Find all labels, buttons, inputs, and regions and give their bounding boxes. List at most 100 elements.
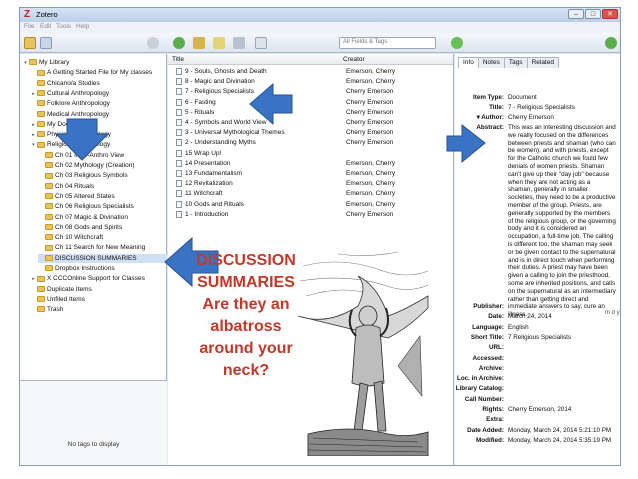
maximize-button[interactable]: □	[585, 9, 601, 19]
info-field: Date: March 24, 2014	[455, 313, 620, 322]
document-icon	[176, 119, 182, 126]
twisty-icon[interactable]: ▸	[30, 90, 37, 99]
collection-item[interactable]: ▸ X CCCOnline Support for Classes	[30, 274, 167, 283]
collection-item[interactable]: Ch 01 Intro-Anthro View	[38, 151, 167, 160]
collection-item[interactable]: Unfiled Items	[30, 295, 167, 304]
new-note-icon[interactable]	[213, 37, 225, 49]
collection-item[interactable]: Chicano/a Studies	[30, 79, 167, 88]
menu-file[interactable]: File	[24, 23, 34, 30]
item-creator: Emerson, Cherry	[346, 159, 396, 167]
info-field: Date Added: Monday, March 24, 2014 5:21:1…	[455, 427, 620, 436]
item-row[interactable]: 4 - Symbols and World View Cherry Emerson	[168, 118, 454, 127]
item-row[interactable]: 2 - Understanding Myths Cherry Emerson	[168, 138, 454, 147]
collection-item[interactable]: Ch 11 Search for New Meaning	[38, 243, 167, 252]
abstract-text[interactable]: This was an interesting discussion and w…	[508, 124, 616, 319]
field-value[interactable]: English	[508, 324, 529, 332]
folder-icon	[37, 121, 45, 128]
new-item-icon[interactable]	[173, 37, 185, 49]
collection-item[interactable]: Medical Anthropology	[30, 110, 167, 119]
attachment-icon[interactable]	[233, 37, 245, 49]
item-tabs: Info Notes Tags Related	[458, 57, 559, 68]
collection-item[interactable]: Duplicate Items	[30, 285, 167, 294]
item-title: 3 - Universal Mythological Themes	[185, 129, 285, 137]
folder-icon	[45, 265, 53, 272]
item-row[interactable]: 5 - Rituals Cherry Emerson	[168, 108, 454, 117]
minimize-button[interactable]: –	[568, 9, 584, 19]
tab-info[interactable]: Info	[458, 57, 479, 68]
window-title: Zotero	[36, 10, 58, 19]
twisty-icon[interactable]: ▸	[30, 275, 37, 284]
item-title: 11 Witchcraft	[185, 190, 223, 198]
collection-item[interactable]: Trash	[30, 305, 167, 314]
collection-item[interactable]: Ch 08 Gods and Spirits	[38, 223, 167, 232]
collection-item[interactable]: Dropbox Instructions	[38, 264, 167, 273]
item-row[interactable]: 9 - Souls, Ghosts and Death Emerson, Cher…	[168, 67, 454, 76]
item-row[interactable]: 6 - Fasting Cherry Emerson	[168, 98, 454, 107]
field-value[interactable]: Monday, March 24, 2014 5:35:19 PM	[508, 437, 611, 445]
item-title: 15 Wrap Up!	[185, 149, 222, 157]
collection-item[interactable]: Ch 02 Mythology (Creation)	[38, 161, 167, 170]
twisty-icon[interactable]: ▸	[30, 131, 37, 140]
folder-icon	[37, 306, 45, 313]
new-group-icon[interactable]	[40, 37, 52, 49]
menu-edit[interactable]: Edit	[40, 23, 51, 30]
menu-help[interactable]: Help	[76, 23, 89, 30]
item-row[interactable]: 13 Fundamentalism Emerson, Cherry	[168, 169, 454, 178]
collection-item[interactable]: Folklore Anthropology	[30, 99, 167, 108]
field-value[interactable]: Cherry Emerson, 2014	[508, 406, 571, 414]
advanced-search-icon[interactable]	[255, 37, 267, 49]
item-row[interactable]: 8 - Magic and Divination Emerson, Cherry	[168, 77, 454, 86]
item-row[interactable]: 3 - Universal Mythological Themes Cherry …	[168, 128, 454, 137]
folder-icon	[45, 244, 53, 251]
search-input[interactable]: All Fields & Tags	[339, 37, 436, 49]
collection-item[interactable]: Ch 05 Altered States	[38, 192, 167, 201]
document-icon	[176, 149, 182, 157]
collection-label: X CCCOnline Support for Classes	[47, 275, 145, 283]
field-value[interactable]: 7 Religious Specialists	[508, 334, 571, 342]
collection-item[interactable]: Ch 06 Religious Specialists	[38, 202, 167, 211]
twisty-icon[interactable]: ▾	[30, 141, 37, 150]
new-collection-icon[interactable]	[24, 37, 36, 49]
tab-tags[interactable]: Tags	[503, 57, 528, 68]
tab-notes[interactable]: Notes	[477, 57, 505, 68]
collection-item[interactable]: Ch 07 Magic & Divination	[38, 213, 167, 222]
collection-item[interactable]: ▸ Physical Anthropology	[30, 130, 167, 139]
gear-icon[interactable]	[147, 37, 159, 49]
locate-icon[interactable]	[451, 37, 463, 49]
sync-icon[interactable]	[605, 37, 617, 49]
item-row[interactable]: 7 - Religious Specialists Cherry Emerson	[168, 87, 454, 96]
info-field: Rights: Cherry Emerson, 2014	[455, 406, 620, 415]
field-value[interactable]: Monday, March 24, 2014 5:21:10 PM	[508, 427, 611, 435]
item-row[interactable]: 11 Witchcraft Emerson, Cherry	[168, 189, 454, 198]
collection-item[interactable]: DISCUSSION SUMMARIES	[38, 253, 167, 263]
collection-item[interactable]: A Getting Started File for My classes	[30, 68, 167, 77]
collection-item[interactable]: Ch 04 Rituals	[38, 182, 167, 191]
folder-icon	[45, 151, 53, 158]
collection-label: DISCUSSION SUMMARIES	[55, 254, 137, 262]
field-value[interactable]: March 24, 2014	[508, 313, 552, 321]
collection-item[interactable]: ▸ Cultural Anthropology	[30, 89, 167, 98]
tab-related[interactable]: Related	[526, 57, 559, 68]
folder-icon	[37, 79, 45, 86]
collection-label: Physical Anthropology	[47, 131, 111, 139]
item-row[interactable]: 12 Revitalization Emerson, Cherry	[168, 179, 454, 188]
twisty-icon[interactable]: ▸	[30, 121, 37, 130]
column-title[interactable]: Title	[172, 56, 184, 63]
add-by-identifier-icon[interactable]	[193, 37, 205, 49]
menu-tools[interactable]: Tools	[56, 23, 71, 30]
item-row[interactable]: 10 Gods and Rituals Emerson, Cherry	[168, 200, 454, 209]
collection-item[interactable]: ▾ My Library	[22, 58, 167, 67]
column-creator[interactable]: Creator	[343, 56, 365, 63]
item-row[interactable]: 15 Wrap Up!	[168, 149, 454, 158]
collection-item[interactable]: Ch 03 Religious Symbols	[38, 171, 167, 180]
item-row[interactable]: 14 Presentation Emerson, Cherry	[168, 159, 454, 168]
collection-item[interactable]: ▾ Religion Anthropology	[30, 140, 167, 149]
item-creator: Cherry Emerson	[346, 139, 394, 147]
close-button[interactable]: ✕	[602, 9, 618, 19]
twisty-icon[interactable]: ▾	[22, 59, 29, 68]
folder-icon	[37, 100, 45, 107]
collection-item[interactable]: ▸ My Documents	[30, 120, 167, 129]
item-creator: Cherry Emerson	[346, 88, 394, 96]
collection-item[interactable]: Ch 10 Witchcraft	[38, 233, 167, 242]
item-row[interactable]: 1 - Introduction Cherry Emerson	[168, 210, 454, 219]
